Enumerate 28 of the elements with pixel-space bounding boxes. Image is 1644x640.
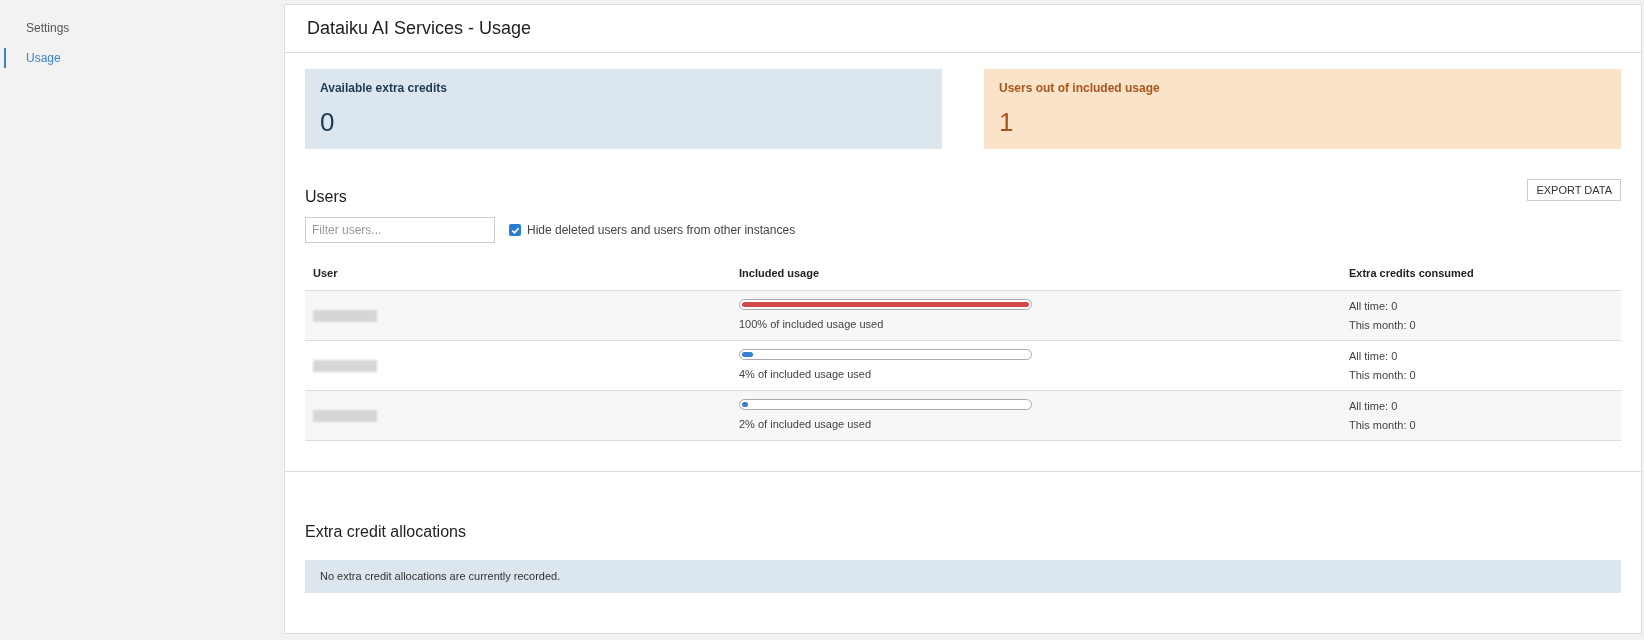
stat-label: Users out of included usage [999, 80, 1161, 97]
section-title: Extra credit allocations [305, 522, 467, 542]
column-header: Extra credits consumed [1348, 266, 1475, 282]
stat-label: Available extra credits [320, 80, 448, 97]
redacted-name [313, 309, 377, 322]
page-title: Dataiku AI Services - Usage [307, 17, 532, 40]
month-credits: This month: 0 [1349, 318, 1417, 333]
redacted-name [313, 409, 377, 422]
export-button[interactable]: EXPORT DATA [1527, 179, 1621, 201]
usage-text: 2% of included usage used [739, 416, 873, 432]
checkbox[interactable] [509, 224, 521, 236]
usage-text: 4% of included usage used [739, 366, 873, 382]
column-header: User [312, 266, 339, 282]
stat-value: 1 [999, 107, 1015, 137]
redacted-name [313, 359, 377, 372]
all-time-credits: All time: 0 [1349, 398, 1399, 414]
filter-field[interactable]: Filter users... [305, 217, 495, 243]
section-title: Users [305, 187, 347, 207]
all-time-credits: All time: 0 [1349, 298, 1399, 314]
usage-text: 100% of included usage used [739, 316, 885, 332]
month-credits: This month: 0 [1349, 368, 1417, 383]
month-credits: This month: 0 [1349, 418, 1417, 433]
column-header: Included usage [738, 266, 821, 282]
all-time-credits: All time: 0 [1349, 348, 1399, 364]
empty-notice: No extra credit allocations are currently recorded. [305, 560, 1621, 593]
checkbox-label: Hide deleted users and users from other instances [527, 222, 796, 239]
stat-value: 0 [320, 107, 336, 137]
sidebar-item[interactable]: Settings [4, 18, 284, 38]
